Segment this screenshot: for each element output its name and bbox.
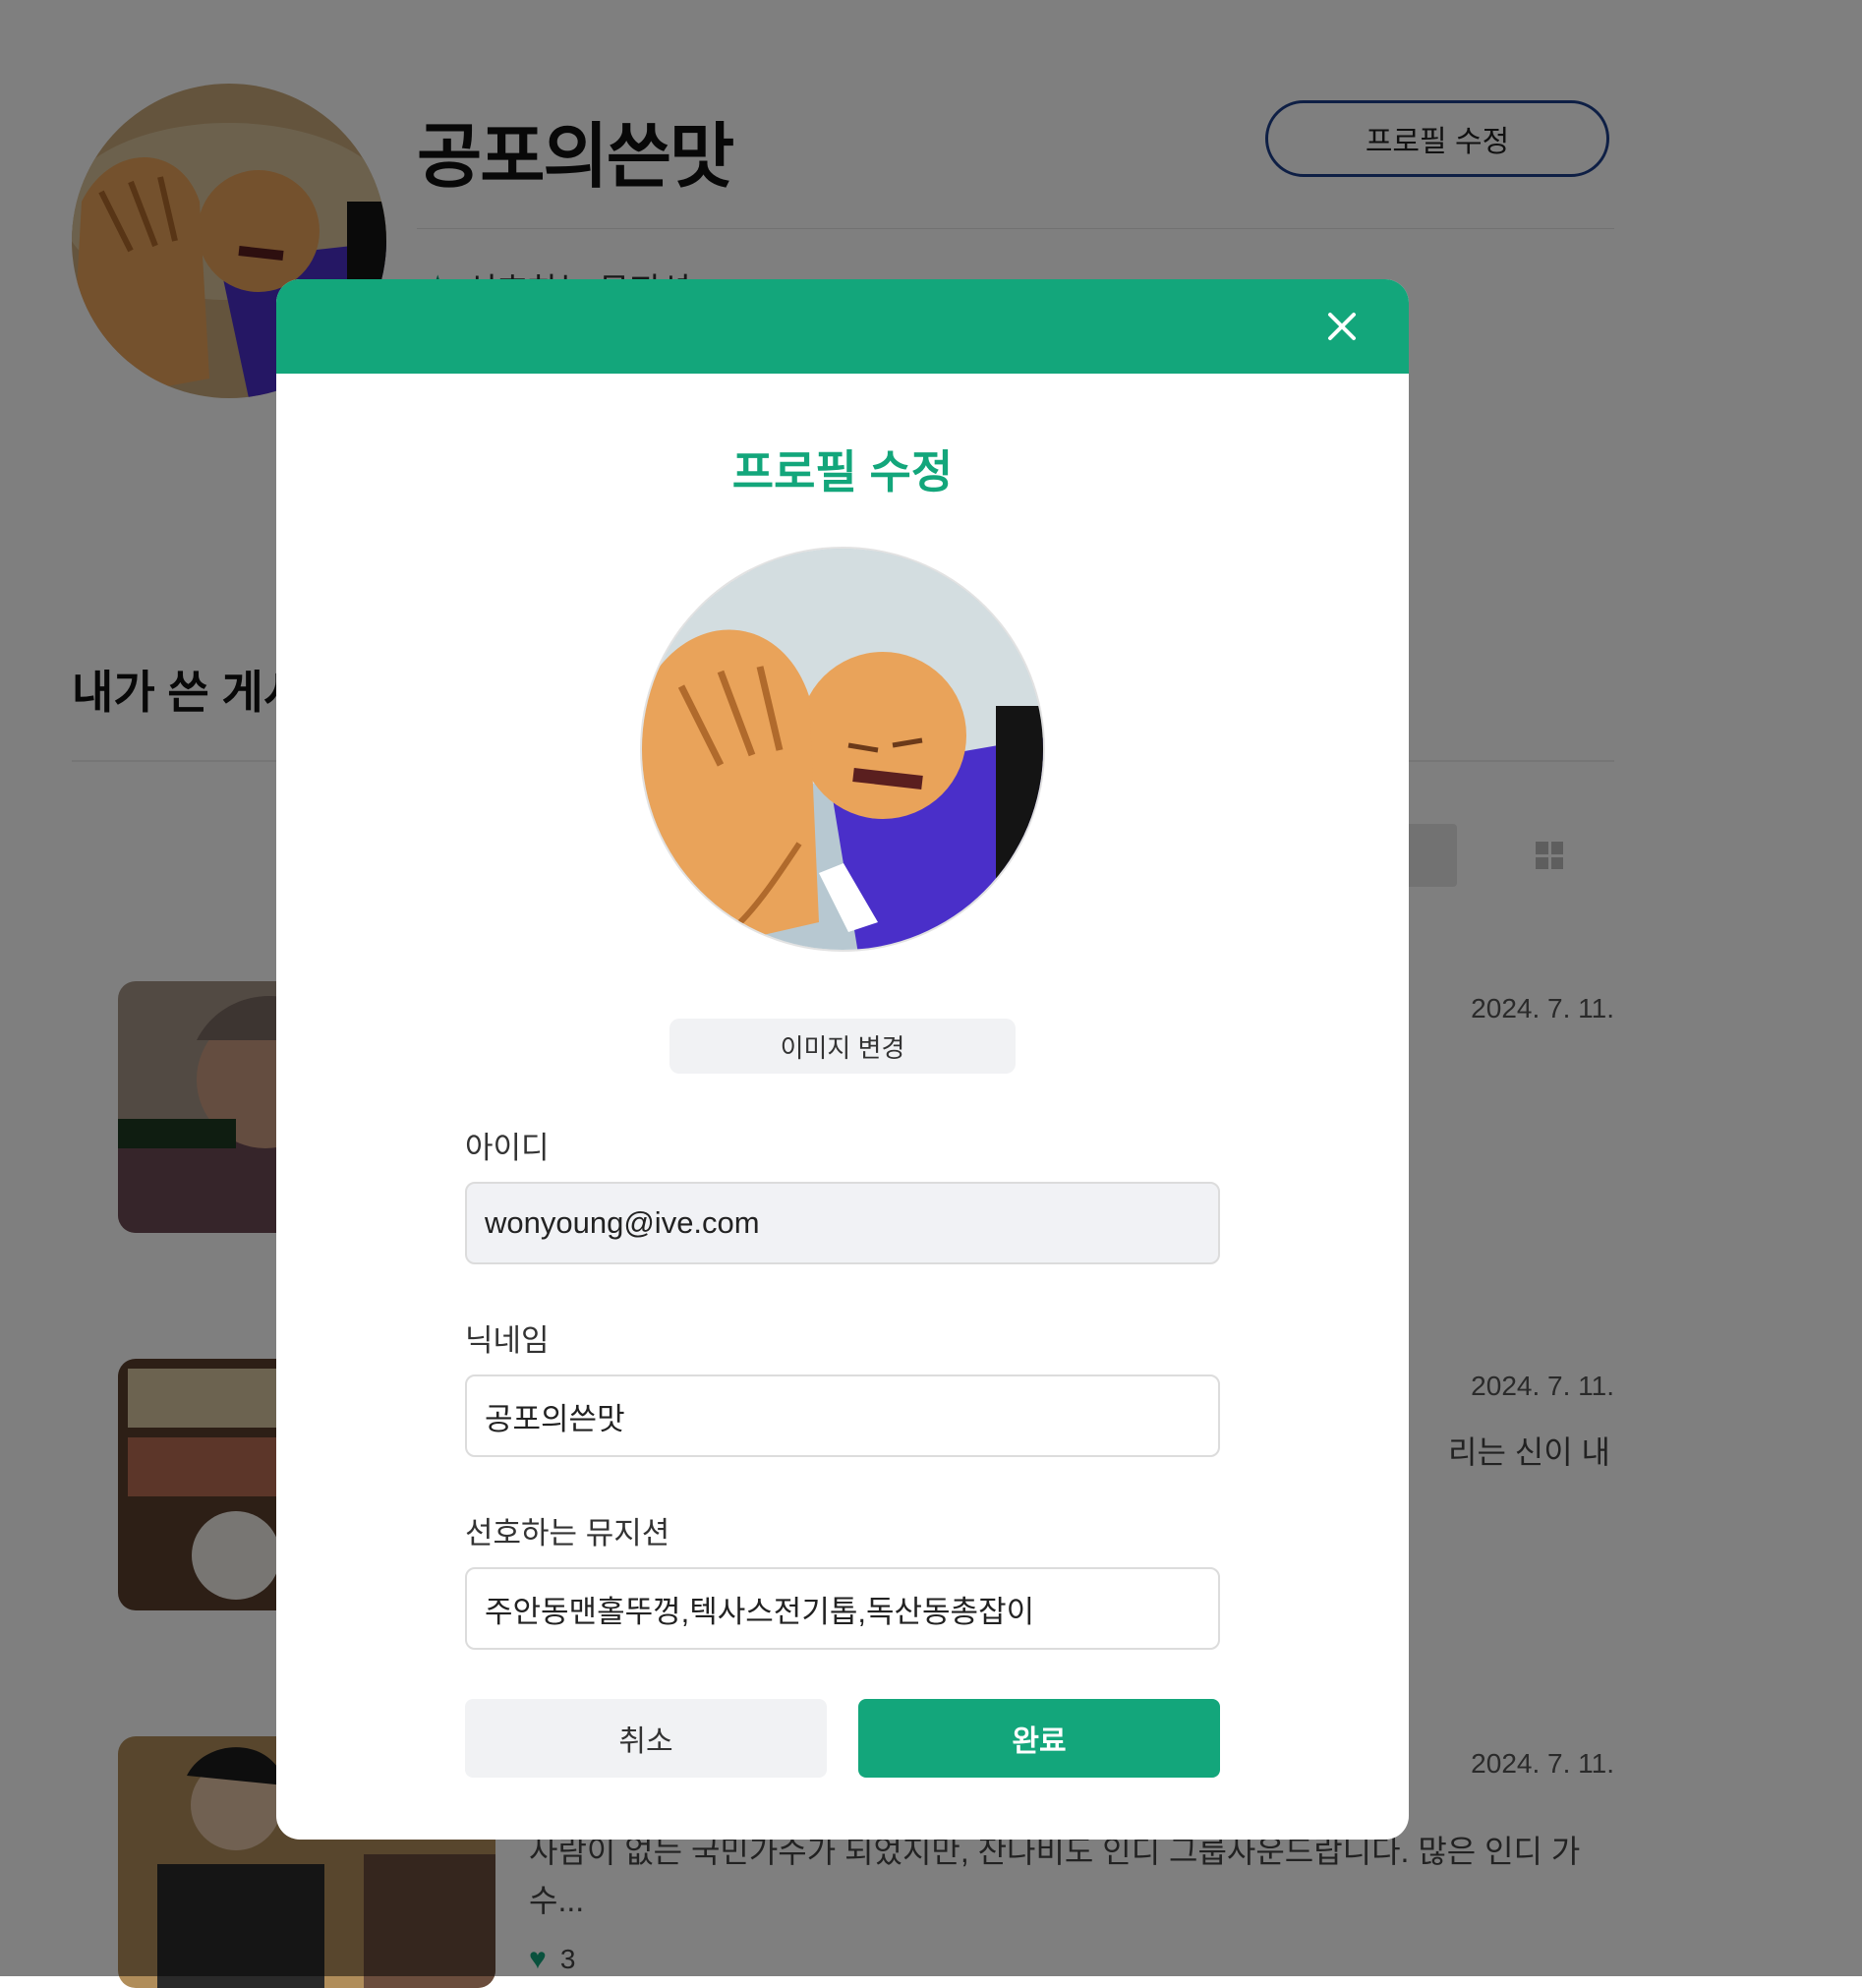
edit-profile-modal: 프로필 수정 이미지 변경 아이디 wonyoung@ive.com 닉네임 공… — [276, 279, 1409, 1840]
close-icon[interactable] — [1318, 303, 1366, 350]
musicians-label: 선호하는 뮤지션 — [465, 1516, 670, 1550]
change-image-button[interactable]: 이미지 변경 — [669, 1019, 1016, 1074]
nickname-input[interactable]: 공포의쓴맛 — [465, 1374, 1220, 1457]
id-label: 아이디 — [465, 1131, 550, 1165]
modal-title: 프로필 수정 — [731, 446, 954, 497]
nickname-label: 닉네임 — [465, 1323, 550, 1358]
done-button[interactable]: 완료 — [858, 1699, 1220, 1778]
musicians-input[interactable]: 주안동맨홀뚜껑,텍사스전기톱,독산동총잡이 — [465, 1567, 1220, 1650]
cancel-button[interactable]: 취소 — [465, 1699, 827, 1778]
modal-header — [276, 279, 1409, 374]
profile-image-preview — [640, 547, 1045, 952]
id-field: wonyoung@ive.com — [465, 1182, 1220, 1264]
